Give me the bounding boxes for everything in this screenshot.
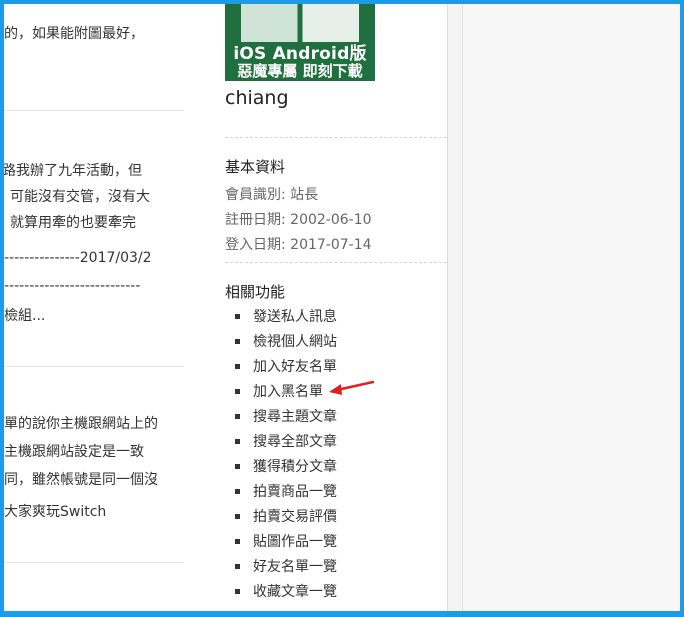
auction-ratings-link[interactable]: 拍賣交易評價: [235, 508, 337, 533]
post-excerpt[interactable]: 就算用牽的也要牽完: [10, 211, 136, 235]
screenshot-frame: 的，如果能附圖最好， 路我辦了九年活動，但 可能沒有交管，沒有大 就算用牽的也要…: [0, 0, 684, 617]
link-label: 搜尋全部文章: [253, 434, 337, 450]
post-excerpt[interactable]: 檢組...: [4, 304, 45, 328]
bullet-icon: [235, 389, 240, 394]
link-label: 收藏文章一覽: [253, 584, 337, 600]
bullet-icon: [235, 489, 240, 494]
link-label: 貼圖作品一覽: [253, 534, 337, 550]
post-excerpt[interactable]: 主機跟網站設定是一致: [4, 440, 144, 464]
link-label: 加入好友名單: [253, 359, 337, 375]
basic-info-title: 基本資料: [225, 158, 286, 176]
link-label: 拍賣交易評價: [253, 509, 337, 525]
bullet-icon: [235, 589, 240, 594]
section-divider: [225, 262, 447, 263]
member-id: 會員識別: 站長: [225, 187, 319, 203]
auction-items-link[interactable]: 拍賣商品一覽: [235, 483, 337, 508]
functions-list: 發送私人訊息 檢視個人網站 加入好友名單 加入黑名單 搜尋主題文章 搜尋全部文章…: [235, 308, 337, 608]
registration-date: 註冊日期: 2002-06-10: [225, 212, 372, 228]
post-excerpt[interactable]: 大家爽玩Switch: [4, 500, 106, 524]
username: chiang: [225, 87, 289, 109]
bullet-icon: [235, 439, 240, 444]
post-excerpt[interactable]: 的，如果能附圖最好，: [4, 22, 144, 46]
red-arrow-icon: [329, 380, 375, 395]
last-login-date: 登入日期: 2017-07-14: [225, 237, 372, 253]
post-excerpt[interactable]: 單的說你主機跟網站上的: [4, 412, 158, 436]
profile-sidebar: iOS Android版 惡魔專屬 即刻下載 chiang 基本資料 會員識別:…: [225, 4, 447, 611]
link-label: 獲得積分文章: [253, 459, 337, 475]
bullet-icon: [235, 314, 240, 319]
post-excerpt[interactable]: ---------------------------: [4, 274, 140, 298]
post-excerpt[interactable]: ---------------2017/03/2: [4, 246, 152, 270]
send-private-message-link[interactable]: 發送私人訊息: [235, 308, 337, 333]
bullet-icon: [235, 364, 240, 369]
add-friend-link[interactable]: 加入好友名單: [235, 358, 337, 383]
app-download-banner[interactable]: iOS Android版 惡魔專屬 即刻下載: [225, 4, 375, 81]
banner-line-2: 惡魔專屬 即刻下載: [237, 62, 363, 80]
favorites-link[interactable]: 收藏文章一覽: [235, 583, 337, 608]
bullet-icon: [235, 514, 240, 519]
search-all-posts-link[interactable]: 搜尋全部文章: [235, 433, 337, 458]
app-screenshots-image: [241, 4, 359, 42]
friend-list-link[interactable]: 好友名單一覽: [235, 558, 337, 583]
gutter-border: [462, 4, 463, 611]
link-label: 加入黑名單: [253, 384, 323, 400]
post-excerpt[interactable]: 同，雖然帳號是同一個沒: [4, 468, 158, 492]
link-label: 拍賣商品一覽: [253, 484, 337, 500]
functions-title: 相關功能: [225, 283, 286, 301]
post-list: 的，如果能附圖最好， 路我辦了九年活動，但 可能沒有交管，沒有大 就算用牽的也要…: [4, 4, 188, 611]
main-content-area: [463, 4, 680, 611]
view-personal-site-link[interactable]: 檢視個人網站: [235, 333, 337, 358]
bullet-icon: [235, 414, 240, 419]
points-posts-link[interactable]: 獲得積分文章: [235, 458, 337, 483]
bullet-icon: [235, 564, 240, 569]
sidebar-border: [447, 4, 448, 611]
post-excerpt[interactable]: 路我辦了九年活動，但: [4, 159, 142, 183]
image-works-link[interactable]: 貼圖作品一覽: [235, 533, 337, 558]
sidebar-gutter: [448, 4, 462, 611]
bullet-icon: [235, 539, 240, 544]
add-blacklist-link[interactable]: 加入黑名單: [235, 383, 337, 408]
search-topics-link[interactable]: 搜尋主題文章: [235, 408, 337, 433]
post-divider: [4, 366, 184, 367]
link-label: 檢視個人網站: [253, 334, 337, 350]
bullet-icon: [235, 464, 240, 469]
section-divider: [225, 137, 447, 138]
post-excerpt[interactable]: 可能沒有交管，沒有大: [10, 185, 150, 209]
link-label: 好友名單一覽: [253, 559, 337, 575]
post-divider: [4, 562, 184, 563]
link-label: 發送私人訊息: [253, 309, 337, 325]
bullet-icon: [235, 339, 240, 344]
link-label: 搜尋主題文章: [253, 409, 337, 425]
post-divider: [4, 110, 184, 111]
